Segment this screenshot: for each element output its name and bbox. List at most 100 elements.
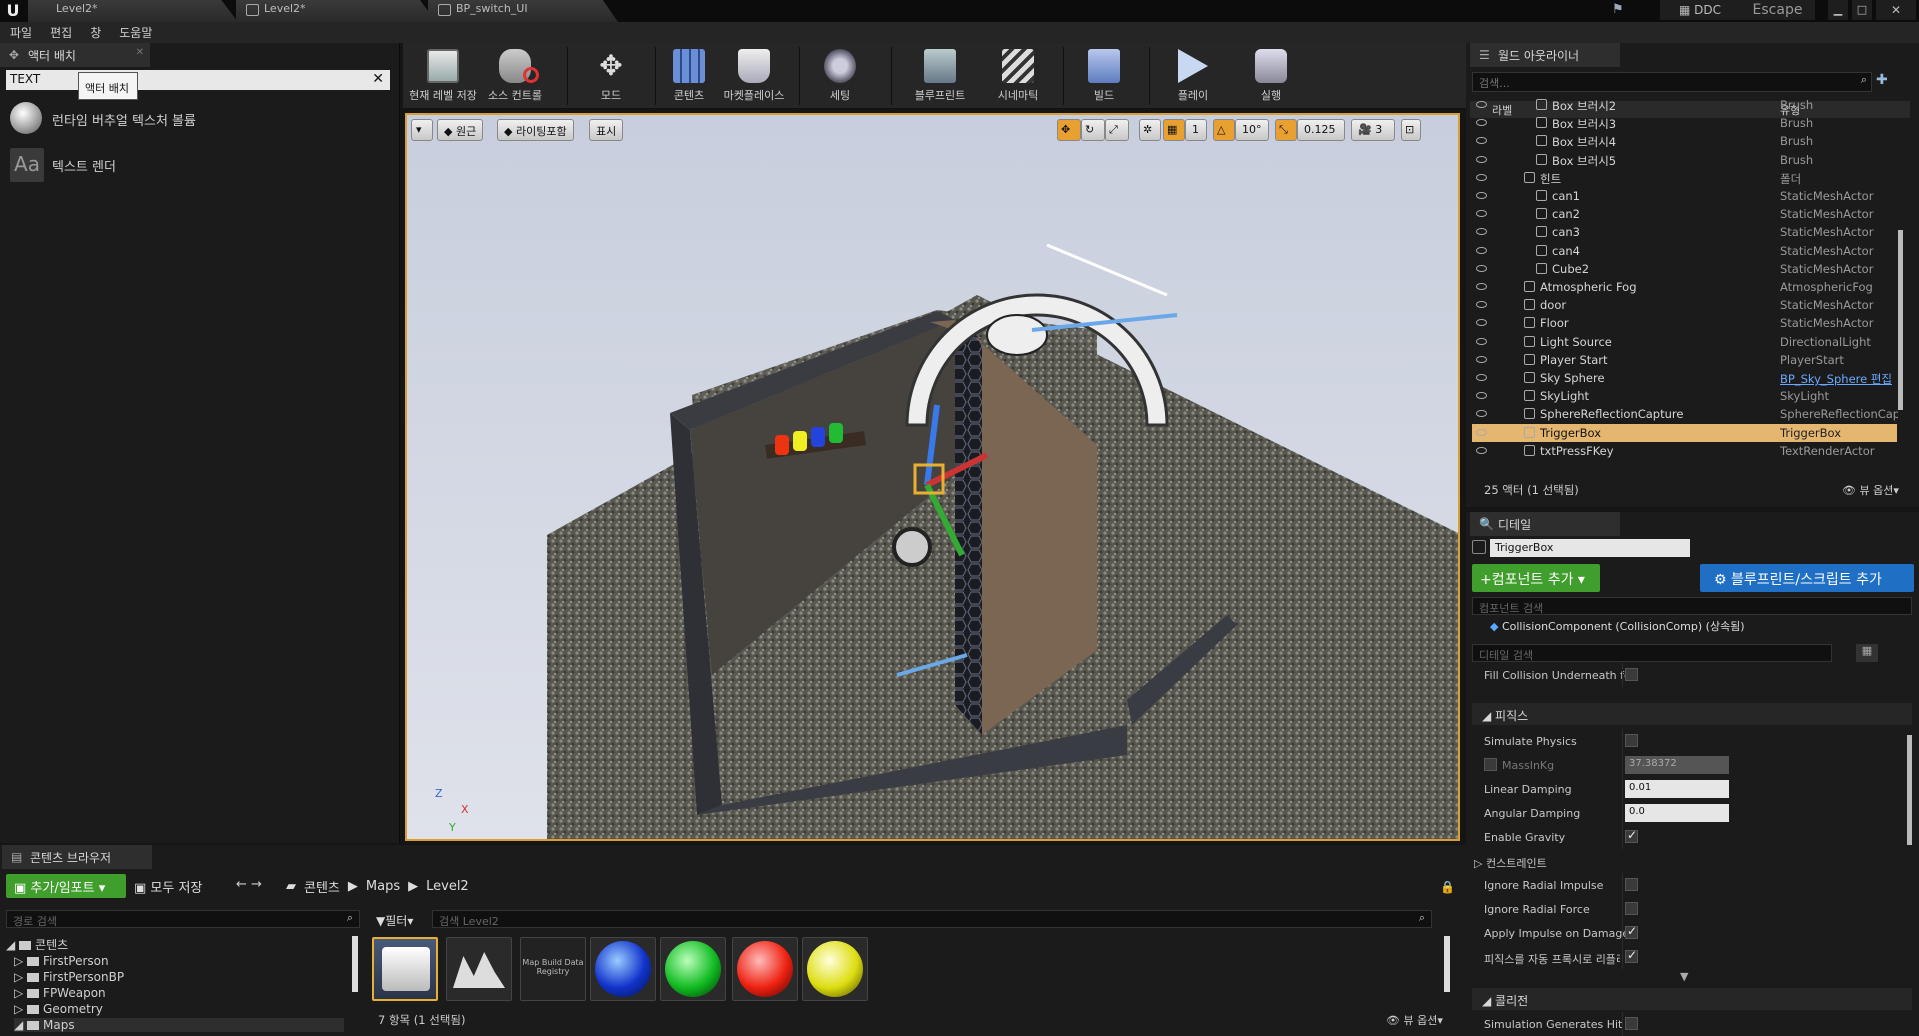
scale-mode-icon[interactable]: ⤢ <box>1105 119 1129 141</box>
tree-item-content[interactable]: ◢ 콘텐츠 <box>6 936 68 953</box>
outliner-row[interactable]: txtPressFKey TextRenderActor <box>1472 442 1897 460</box>
outliner-search-input[interactable]: 검색... ⌕ <box>1472 72 1872 92</box>
outliner-row[interactable]: can1 StaticMeshActor <box>1472 187 1897 205</box>
tree-item-firstperson[interactable]: ▷ FirstPerson <box>14 954 109 968</box>
settings-button[interactable]: 세팅 <box>805 45 875 107</box>
visibility-eye-icon[interactable] <box>1476 264 1487 272</box>
tab-place-actors[interactable]: ✥ 액터 배치 ✕ <box>0 43 150 67</box>
asset-map-build-data-registry[interactable]: Map Build Data Registry <box>520 937 586 1001</box>
visibility-eye-icon[interactable] <box>1476 410 1487 418</box>
perspective-button[interactable]: ◆ 원근 <box>437 119 484 141</box>
constraints-row[interactable]: ▷ 컨스트레인트 <box>1472 849 1912 873</box>
blueprints-button[interactable]: 블루프린트 <box>897 45 983 107</box>
outliner-row[interactable]: can4 StaticMeshActor <box>1472 242 1897 260</box>
menu-file[interactable]: 파일 <box>10 24 32 41</box>
outliner-row[interactable]: SphereReflectionCapture SphereReflectionC… <box>1472 405 1898 423</box>
asset-scrollbar[interactable] <box>1444 936 1450 992</box>
physics-category[interactable]: ◢ 피직스 <box>1472 703 1912 725</box>
asset-red-material[interactable] <box>732 937 798 1001</box>
rotate-mode-icon[interactable]: ↻ <box>1081 119 1105 141</box>
play-button[interactable]: 플레이 <box>1155 45 1231 107</box>
tree-item-firstpersonbp[interactable]: ▷ FirstPersonBP <box>14 970 124 984</box>
crumb-level2[interactable]: Level2 <box>426 879 469 894</box>
menu-edit[interactable]: 편집 <box>50 24 72 41</box>
add-import-button[interactable]: ▣ 추가/임포트 ▾ <box>6 874 126 898</box>
feedback-icon[interactable]: ⚑ <box>1612 2 1630 18</box>
visibility-eye-icon[interactable] <box>1476 137 1487 145</box>
outliner-row[interactable]: SkyLight SkyLight <box>1472 387 1897 405</box>
ignore-radial-force-checkbox[interactable] <box>1625 902 1638 915</box>
visibility-eye-icon[interactable] <box>1476 101 1487 108</box>
asset-green-material[interactable] <box>660 937 726 1001</box>
maximize-button[interactable]: □ <box>1852 0 1872 20</box>
level-viewport[interactable]: ▾ ◆ 원근 ◆ 라이팅포함 표시 ✥ ↻ ⤢ ✲ ▦ 1 △ 10° ⤡ 0.… <box>405 113 1460 841</box>
content-button[interactable]: 콘텐츠 <box>661 45 717 107</box>
outliner-row[interactable]: Box 브러시2 Brush <box>1472 96 1897 114</box>
marketplace-button[interactable]: 마켓플레이스 <box>719 45 789 107</box>
rotation-snap-icon[interactable]: △ <box>1213 119 1235 141</box>
outliner-add-icon[interactable]: ✚ <box>1876 72 1896 92</box>
close-window-button[interactable]: ✕ <box>1876 0 1916 20</box>
minimize-button[interactable]: ▁ <box>1828 0 1848 20</box>
outliner-view-options[interactable]: 👁 뷰 옵션▾ <box>1842 482 1899 498</box>
expand-advanced-icon[interactable]: ▼ <box>1680 970 1688 983</box>
asset-search-input[interactable]: 검색 Level2 ⌕ <box>432 910 1432 928</box>
lock-icon[interactable]: 🔒 <box>1440 880 1455 894</box>
outliner-row[interactable]: Light Source DirectionalLight <box>1472 333 1897 351</box>
fill-collision-checkbox[interactable] <box>1625 668 1638 681</box>
outliner-row[interactable]: door StaticMeshActor <box>1472 296 1897 314</box>
cinematics-button[interactable]: 시네마틱 <box>983 45 1053 107</box>
visibility-eye-icon[interactable] <box>1476 283 1487 290</box>
visibility-eye-icon[interactable] <box>1476 173 1487 181</box>
visibility-eye-icon[interactable] <box>1476 392 1487 400</box>
close-tab-icon[interactable]: ✕ <box>136 47 144 58</box>
grid-snap-icon[interactable]: ▦ <box>1163 119 1185 141</box>
outliner-row[interactable]: Cube2 StaticMeshActor <box>1472 260 1897 278</box>
place-actors-search-input[interactable]: TEXT ✕ <box>6 70 390 90</box>
actor-name-input[interactable]: TriggerBox <box>1490 539 1690 557</box>
asset-blue-material[interactable] <box>590 937 656 1001</box>
document-tab-level2-second[interactable]: Level2* <box>236 0 436 22</box>
asset-built-data[interactable] <box>446 937 512 1001</box>
visibility-eye-icon[interactable] <box>1476 446 1487 454</box>
clear-search-icon[interactable]: ✕ <box>372 71 384 87</box>
sim-hit-checkbox[interactable] <box>1625 1017 1638 1030</box>
lighting-mode-button[interactable]: ◆ 라이팅포함 <box>497 119 574 141</box>
add-blueprint-button[interactable]: ⚙ 블루프린트/스크립트 추가 <box>1700 564 1914 592</box>
tab-world-outliner[interactable]: ☰ 월드 아웃라이너 <box>1470 43 1620 67</box>
visibility-eye-icon[interactable] <box>1476 119 1487 127</box>
outliner-row[interactable]: Box 브러시3 Brush <box>1472 114 1897 132</box>
detail-search-input[interactable]: 디테일 검색 <box>1472 644 1832 662</box>
property-matrix-icon[interactable]: ▦ <box>1856 644 1878 662</box>
add-component-button[interactable]: +컴포넌트 추가 ▾ <box>1472 564 1600 592</box>
enable-gravity-checkbox[interactable] <box>1625 828 1638 843</box>
visibility-eye-icon[interactable] <box>1476 337 1487 345</box>
outliner-row[interactable]: Sky Sphere BP_Sky_Sphere 편집 <box>1472 369 1897 387</box>
mass-override-checkbox[interactable] <box>1484 758 1497 771</box>
visibility-eye-icon[interactable] <box>1476 228 1487 236</box>
build-button[interactable]: 빌드 <box>1069 45 1139 107</box>
outliner-row[interactable]: can2 StaticMeshActor <box>1472 205 1897 223</box>
place-item-text-render[interactable]: Aa 텍스트 렌더 <box>6 144 396 184</box>
ddc-button[interactable]: ▦ DDC <box>1660 0 1740 20</box>
auto-wake-checkbox[interactable] <box>1625 948 1638 963</box>
rotation-snap-value[interactable]: 10° <box>1235 119 1269 141</box>
outliner-row-type[interactable]: BP_Sky_Sphere 편집 <box>1780 371 1898 387</box>
outliner-row[interactable]: 힌트 폴더 <box>1472 169 1897 187</box>
outliner-row[interactable]: can3 StaticMeshActor <box>1472 223 1897 241</box>
translate-mode-icon[interactable]: ✥ <box>1057 119 1081 141</box>
simulate-physics-checkbox[interactable] <box>1625 734 1638 747</box>
tab-details[interactable]: 🔍 디테일 <box>1470 512 1620 536</box>
visibility-eye-icon[interactable] <box>1476 210 1487 218</box>
collision-category[interactable]: ◢ 콜리전 <box>1472 988 1912 1010</box>
component-search-input[interactable]: 컴포넌트 검색 <box>1472 597 1912 615</box>
collision-component-item[interactable]: ◆ CollisionComponent (CollisionComp) (상속… <box>1490 618 1745 634</box>
menu-help[interactable]: 도움말 <box>119 24 152 41</box>
tree-scrollbar[interactable] <box>352 936 358 992</box>
crumb-content[interactable]: 콘텐츠 <box>304 877 340 896</box>
mass-value-input[interactable]: 37.38372 <box>1625 756 1729 774</box>
content-view-options[interactable]: 👁 뷰 옵션▾ <box>1386 1012 1443 1028</box>
ignore-radial-impulse-checkbox[interactable] <box>1625 878 1638 891</box>
path-search-input[interactable]: 경로 검색 ⌕ <box>6 910 360 928</box>
place-item-runtime-virtual-texture-volume[interactable]: 런타임 버추얼 텍스처 볼륨 <box>6 98 396 138</box>
